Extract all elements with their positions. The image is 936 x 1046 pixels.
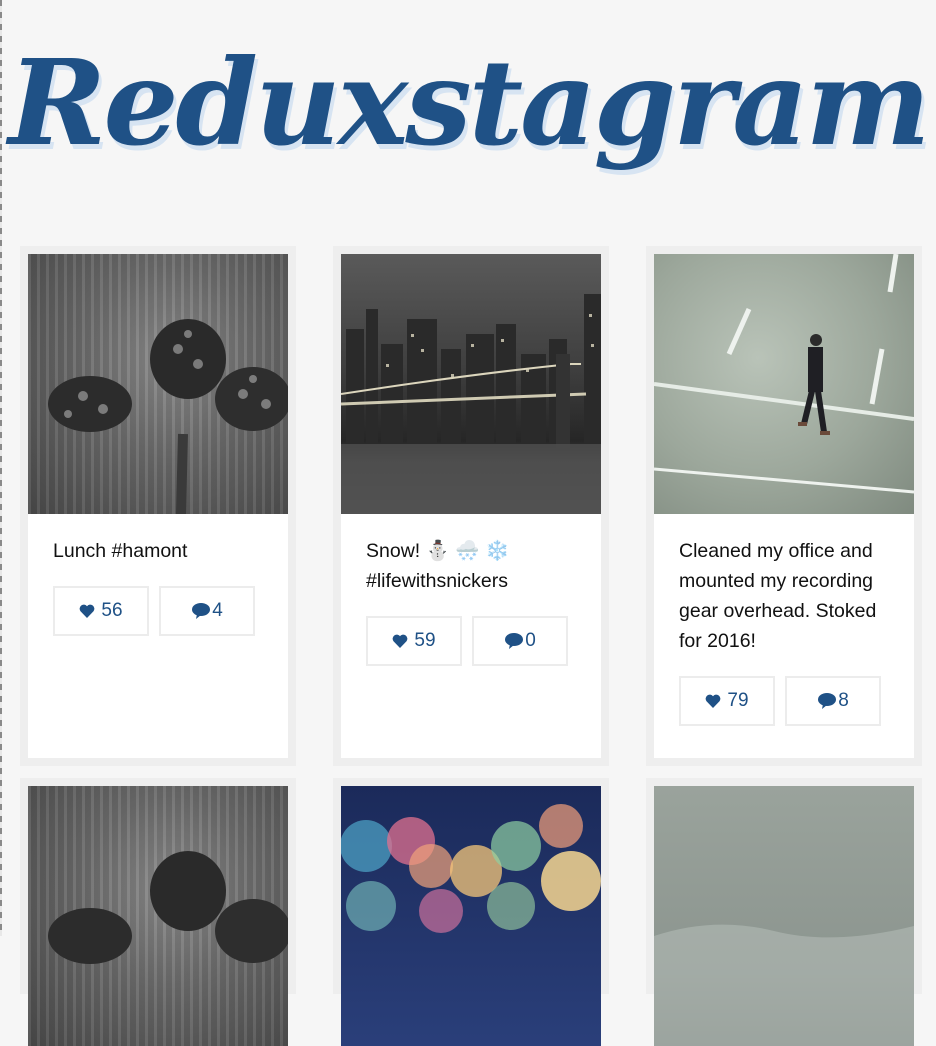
photo-card: Lunch #hamont 56 4	[20, 246, 296, 766]
post-photo-man-walking[interactable]	[654, 254, 914, 514]
post-controls: 56 4	[28, 566, 288, 636]
speech-bubble-icon	[818, 693, 837, 709]
app-logo-title[interactable]: Reduxstagram	[0, 18, 936, 188]
comment-count: 0	[525, 630, 536, 651]
comments-button[interactable]: 4	[159, 586, 255, 636]
like-count: 79	[727, 690, 749, 711]
foggy-landscape-image	[654, 924, 914, 1046]
post-photo-bokeh[interactable]	[341, 786, 601, 1046]
post-photo-fog[interactable]	[654, 786, 914, 1046]
like-count: 59	[414, 630, 436, 651]
photo-card	[646, 778, 922, 1046]
post-photo-pinecones[interactable]	[28, 254, 288, 514]
comments-button[interactable]: 8	[785, 676, 881, 726]
post-controls: 59 0	[341, 596, 601, 666]
post-controls: 79 8	[654, 656, 914, 726]
heart-icon	[706, 694, 721, 708]
photo-card	[333, 778, 609, 1046]
photo-card: Cleaned my office and mounted my recordi…	[646, 246, 922, 766]
comments-button[interactable]: 0	[472, 616, 568, 666]
post-photo-pinecones[interactable]	[28, 786, 288, 1046]
photo-card	[20, 778, 296, 1046]
like-button[interactable]: 56	[53, 586, 149, 636]
photo-card: Snow! ⛄ 🌨️ ❄️ #lifewithsnickers 59 0	[333, 246, 609, 766]
pinecones-image	[48, 851, 288, 964]
post-caption: Cleaned my office and mounted my recordi…	[679, 540, 877, 652]
like-count: 56	[101, 600, 123, 621]
post-caption: Lunch #hamont	[53, 540, 188, 562]
speech-bubble-icon	[192, 603, 211, 619]
comment-count: 8	[838, 690, 849, 711]
app-header: Reduxstagram	[0, 18, 936, 238]
heart-icon	[393, 634, 408, 648]
heart-icon	[80, 604, 95, 618]
bokeh-lights-image	[341, 804, 601, 933]
speech-bubble-icon	[505, 633, 524, 649]
like-button[interactable]: 79	[679, 676, 775, 726]
post-caption: Snow! ⛄ 🌨️ ❄️ #lifewithsnickers	[366, 540, 510, 592]
comment-count: 4	[212, 600, 223, 621]
pinecones-image	[48, 319, 288, 514]
man-walking-image	[654, 254, 914, 494]
post-photo-city-bridge[interactable]	[341, 254, 601, 514]
like-button[interactable]: 59	[366, 616, 462, 666]
city-bridge-image	[341, 294, 601, 514]
